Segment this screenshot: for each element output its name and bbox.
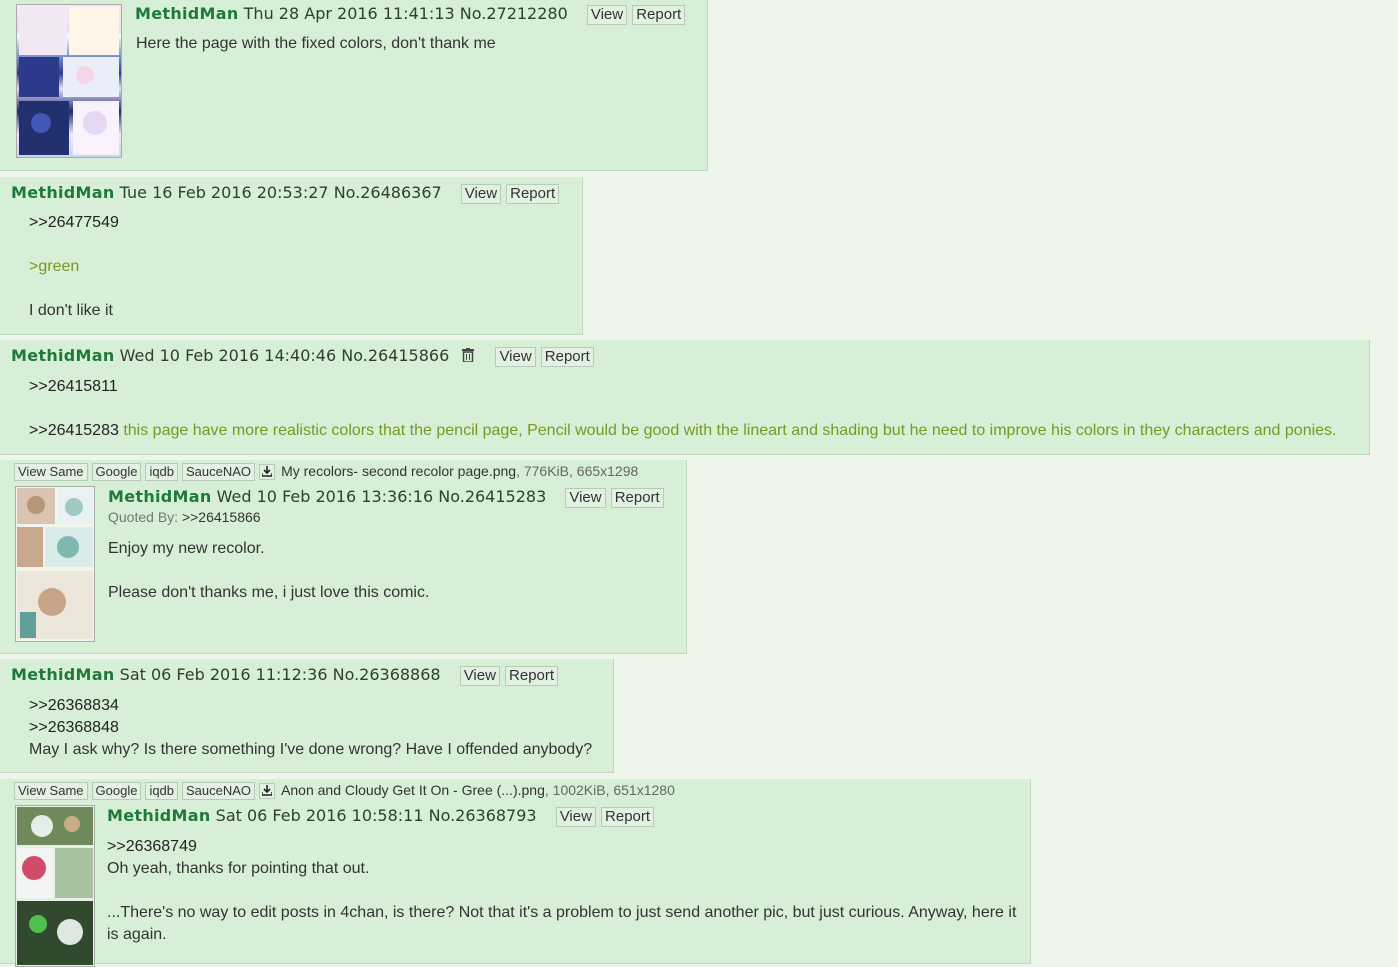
post-text: ...There's no way to edit posts in 4chan… (107, 904, 1017, 943)
trash-icon[interactable] (462, 347, 475, 366)
google-button[interactable]: Google (91, 782, 142, 800)
comic-thumbnail-image (17, 488, 93, 639)
saucenao-button[interactable]: SauceNAO (182, 463, 256, 481)
post-number[interactable]: No.26415866 (341, 346, 449, 365)
google-button[interactable]: Google (91, 463, 142, 481)
download-icon[interactable] (259, 464, 276, 481)
poster-name: MethidMan (11, 183, 115, 202)
post-26415283: View Same Google iqdb SauceNAO My recolors- … (0, 460, 687, 654)
file-name[interactable]: Anon and Cloudy Get It On - Gree (...).p… (281, 782, 545, 798)
file-meta: , 776KiB, 665x1298 (516, 463, 639, 479)
saucenao-button[interactable]: SauceNAO (182, 782, 256, 800)
poster-name: MethidMan (107, 806, 211, 825)
iqdb-button[interactable]: iqdb (145, 782, 179, 800)
post-text: Please don't thanks me, i just love this… (108, 584, 430, 601)
poster-name: MethidMan (135, 4, 239, 23)
post-date: Wed 10 Feb 2016 13:36:16 (216, 487, 434, 506)
quoted-by: Quoted By: >>26415866 (108, 509, 261, 525)
post-26368868: MethidMan Sat 06 Feb 2016 11:12:36 No.26… (0, 659, 614, 773)
post-number[interactable]: No.26486367 (334, 183, 442, 202)
post-text: Enjoy my new recolor. (108, 540, 265, 557)
file-info: View Same Google iqdb SauceNAO Anon and Clou… (14, 782, 675, 800)
quote-link[interactable]: >>26477549 (29, 212, 119, 234)
poster-name: MethidMan (11, 346, 115, 365)
greentext: >green (29, 258, 80, 275)
quote-link[interactable]: >>26368749 (107, 836, 1025, 858)
post-date: Sat 06 Feb 2016 11:12:36 (119, 665, 328, 684)
view-button[interactable]: View (495, 347, 536, 367)
post-body: Here the page with the fixed colors, don… (136, 33, 496, 55)
post-text: I don't like it (29, 302, 113, 319)
post-thumbnail[interactable] (16, 4, 122, 158)
quote-link[interactable]: >>26415811 (29, 376, 1337, 398)
post-thumbnail[interactable] (15, 805, 95, 967)
download-icon[interactable] (259, 783, 276, 800)
quote-link[interactable]: >>26415283 (29, 422, 119, 439)
file-info: View Same Google iqdb SauceNAO My recolors- … (14, 463, 638, 481)
post-text: Oh yeah, thanks for pointing that out. (107, 860, 370, 877)
iqdb-button[interactable]: iqdb (145, 463, 179, 481)
report-button[interactable]: Report (540, 347, 594, 367)
view-button[interactable]: View (555, 807, 596, 827)
report-button[interactable]: Report (601, 807, 655, 827)
post-text: May I ask why? Is there something I've d… (29, 741, 593, 758)
post-date: Tue 16 Feb 2016 20:53:27 (119, 183, 329, 202)
post-body: Enjoy my new recolor. Please don't thank… (108, 538, 429, 604)
post-body: >>26368749 Oh yeah, thanks for pointing … (107, 836, 1025, 946)
post-number[interactable]: No.26368868 (333, 665, 441, 684)
comic-thumbnail-image (17, 807, 93, 965)
view-button[interactable]: View (565, 488, 606, 508)
file-meta: , 1002KiB, 651x1280 (544, 782, 675, 798)
view-same-button[interactable]: View Same (14, 463, 88, 481)
report-button[interactable]: Report (632, 5, 686, 25)
poster-name: MethidMan (11, 665, 115, 684)
view-button[interactable]: View (586, 5, 628, 25)
view-same-button[interactable]: View Same (14, 782, 88, 800)
post-number[interactable]: No.27212280 (460, 4, 568, 23)
quote-link[interactable]: >>26368834 (29, 695, 592, 717)
report-button[interactable]: Report (506, 184, 560, 204)
poster-name: MethidMan (108, 487, 212, 506)
view-button[interactable]: View (460, 184, 502, 204)
quoted-by-label: Quoted By: (108, 509, 179, 525)
report-button[interactable]: Report (505, 666, 559, 686)
post-26415866: MethidMan Wed 10 Feb 2016 14:40:46 No.26… (0, 340, 1370, 455)
post-number[interactable]: No.26368793 (429, 806, 537, 825)
post-body: >>26477549 >green I don't like it (29, 212, 119, 322)
post-number[interactable]: No.26415283 (438, 487, 546, 506)
post-date: Sat 06 Feb 2016 10:58:11 (215, 806, 424, 825)
post-body: >>26368834 >>26368848 May I ask why? Is … (29, 695, 592, 761)
post-body: >>26415811 >>26415283 this page have mor… (29, 376, 1337, 442)
post-27212280: MethidMan Thu 28 Apr 2016 11:41:13 No.27… (0, 0, 708, 171)
post-date: Wed 10 Feb 2016 14:40:46 (119, 346, 337, 365)
comic-thumbnail-image (19, 7, 119, 155)
post-26368793: View Same Google iqdb SauceNAO Anon and Clou… (0, 779, 1031, 967)
file-name[interactable]: My recolors- second recolor page.png (281, 463, 516, 479)
post-text: Here the page with the fixed colors, don… (136, 35, 496, 52)
post-thumbnail[interactable] (15, 486, 95, 642)
quote-link[interactable]: >>26368848 (29, 717, 592, 739)
view-button[interactable]: View (459, 666, 500, 686)
report-button[interactable]: Report (610, 488, 664, 508)
post-date: Thu 28 Apr 2016 11:41:13 (243, 4, 455, 23)
quoted-by-link[interactable]: >>26415866 (182, 509, 261, 525)
post-26486367: MethidMan Tue 16 Feb 2016 20:53:27 No.26… (0, 177, 583, 335)
greentext: this page have more realistic colors tha… (118, 422, 1337, 439)
